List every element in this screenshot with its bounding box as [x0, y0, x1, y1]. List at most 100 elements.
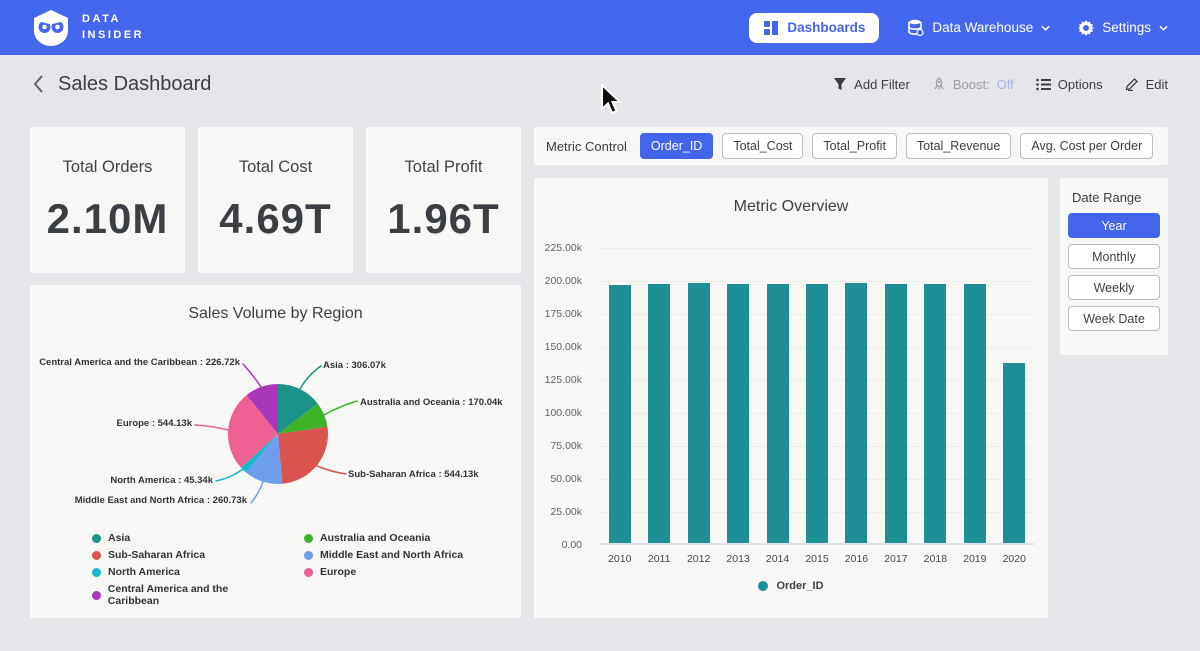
boost-toggle[interactable]: Boost: Off: [932, 77, 1014, 92]
y-tick-label: 125.00k: [545, 374, 582, 386]
page-header: Sales Dashboard Add Filter Boost: Off Op…: [0, 55, 1200, 113]
bar-2012[interactable]: [688, 283, 710, 543]
edit-button[interactable]: Edit: [1125, 77, 1168, 92]
bar-slot: [995, 248, 1034, 543]
boost-label: Boost:: [953, 77, 990, 92]
bar-2017[interactable]: [885, 284, 907, 543]
metric-option-total-revenue[interactable]: Total_Revenue: [906, 133, 1011, 159]
settings-menu[interactable]: Settings: [1078, 20, 1168, 36]
pie-slice-sub-saharan-africa[interactable]: [278, 427, 328, 484]
bar-slot: [837, 248, 876, 543]
legend-label: Sub-Saharan Africa: [108, 549, 205, 561]
y-tick-label: 150.00k: [545, 341, 582, 353]
kpi-label: Total Profit: [405, 158, 483, 177]
bar-series: [600, 248, 1034, 543]
bar-2016[interactable]: [845, 283, 867, 543]
chevron-down-icon: [1041, 25, 1050, 31]
pie-label-europe: Europe : 544.13k: [116, 418, 192, 429]
settings-label: Settings: [1102, 20, 1151, 35]
legend-item: Europe: [304, 566, 490, 578]
brand-line2: INSIDER: [82, 28, 144, 44]
date-range-option-monthly[interactable]: Monthly: [1068, 244, 1160, 269]
back-button[interactable]: [26, 72, 50, 96]
legend-dot: [304, 551, 313, 560]
x-tick-label: 2017: [876, 553, 915, 565]
pie-label-north-america: North America : 45.34k: [110, 475, 213, 486]
data-warehouse-menu[interactable]: Data Warehouse: [907, 19, 1050, 36]
owl-logo-icon: [32, 9, 70, 47]
kpi-card-total-cost: Total Cost 4.69T: [198, 127, 353, 273]
pie-chart-title: Sales Volume by Region: [30, 305, 521, 323]
pie-label-asia: Asia : 306.07k: [323, 360, 386, 371]
bar-slot: [718, 248, 757, 543]
legend-dot: [92, 591, 101, 600]
date-range-option-year[interactable]: Year: [1068, 213, 1160, 238]
bar-2014[interactable]: [767, 284, 789, 543]
bar-2015[interactable]: [806, 284, 828, 543]
kpi-value: 1.96T: [387, 195, 499, 243]
rocket-icon: [932, 77, 946, 91]
bar-2020[interactable]: [1003, 363, 1025, 543]
pie-chart: [226, 382, 330, 486]
legend-dot: [304, 534, 313, 543]
kpi-value: 2.10M: [47, 195, 169, 243]
bar-slot: [639, 248, 678, 543]
bar-slot: [679, 248, 718, 543]
bar-2010[interactable]: [609, 285, 631, 544]
bar-slot: [955, 248, 994, 543]
legend-label: Australia and Oceania: [320, 532, 430, 544]
legend-dot: [92, 551, 101, 560]
y-tick-label: 200.00k: [545, 275, 582, 287]
metric-option-avg-cost-per-order[interactable]: Avg. Cost per Order: [1020, 133, 1153, 159]
chevron-left-icon: [33, 75, 44, 93]
kpi-card-total-orders: Total Orders 2.10M: [30, 127, 185, 273]
options-button[interactable]: Options: [1036, 77, 1103, 92]
legend-item: Middle East and North Africa: [304, 549, 490, 561]
y-tick-label: 75.00k: [550, 440, 582, 452]
brand-logo[interactable]: DATA INSIDER: [32, 9, 144, 47]
metric-overview-panel: Metric Overview 225.00k200.00k175.00k150…: [534, 178, 1048, 618]
add-filter-button[interactable]: Add Filter: [833, 77, 910, 92]
date-range-options: Year Monthly Weekly Week Date: [1068, 213, 1160, 331]
kpi-label: Total Orders: [63, 158, 153, 177]
legend-dot: [92, 534, 101, 543]
bar-2011[interactable]: [648, 284, 670, 543]
bar-2019[interactable]: [964, 284, 986, 543]
x-tick-label: 2012: [679, 553, 718, 565]
bar-chart-x-axis: 2010201120122013201420152016201720182019…: [600, 553, 1034, 565]
bar-chart-y-axis: 225.00k200.00k175.00k150.00k125.00k100.0…: [534, 248, 588, 545]
metric-option-total-profit[interactable]: Total_Profit: [812, 133, 897, 159]
kpi-label: Total Cost: [239, 158, 312, 177]
y-tick-label: 0.00: [562, 539, 582, 551]
x-tick-label: 2020: [995, 553, 1034, 565]
sales-volume-panel: Sales Volume by Region Asia : 306.07k Au…: [30, 285, 521, 618]
top-navbar: DATA INSIDER Dashboards Data Warehouse: [0, 0, 1200, 55]
date-range-option-weekly[interactable]: Weekly: [1068, 275, 1160, 300]
bar-chart-title: Metric Overview: [534, 198, 1048, 216]
bar-slot: [797, 248, 836, 543]
legend-item: Sub-Saharan Africa: [92, 549, 278, 561]
gear-icon: [1078, 20, 1094, 36]
dashboards-icon: [763, 20, 779, 36]
options-label: Options: [1058, 77, 1103, 92]
bar-2018[interactable]: [924, 284, 946, 543]
database-icon: [907, 19, 924, 36]
date-range-option-week-date[interactable]: Week Date: [1068, 306, 1160, 331]
boost-state: Off: [997, 77, 1014, 92]
dashboards-button[interactable]: Dashboards: [749, 13, 879, 43]
metric-option-total-cost[interactable]: Total_Cost: [722, 133, 803, 159]
x-tick-label: 2010: [600, 553, 639, 565]
legend-item: North America: [92, 566, 278, 578]
edit-label: Edit: [1146, 77, 1168, 92]
metric-option-order-id[interactable]: Order_ID: [640, 133, 713, 159]
bar-2013[interactable]: [727, 284, 749, 543]
dashboards-label: Dashboards: [787, 20, 865, 35]
legend-label: North America: [108, 566, 180, 578]
legend-label: Europe: [320, 566, 356, 578]
pie-label-central-america-caribbean: Central America and the Caribbean : 226.…: [39, 357, 240, 368]
header-actions: Add Filter Boost: Off Options Ed: [833, 77, 1168, 92]
x-tick-label: 2011: [639, 553, 678, 565]
x-tick-label: 2015: [797, 553, 836, 565]
legend-label: Asia: [108, 532, 130, 544]
x-tick-label: 2013: [718, 553, 757, 565]
